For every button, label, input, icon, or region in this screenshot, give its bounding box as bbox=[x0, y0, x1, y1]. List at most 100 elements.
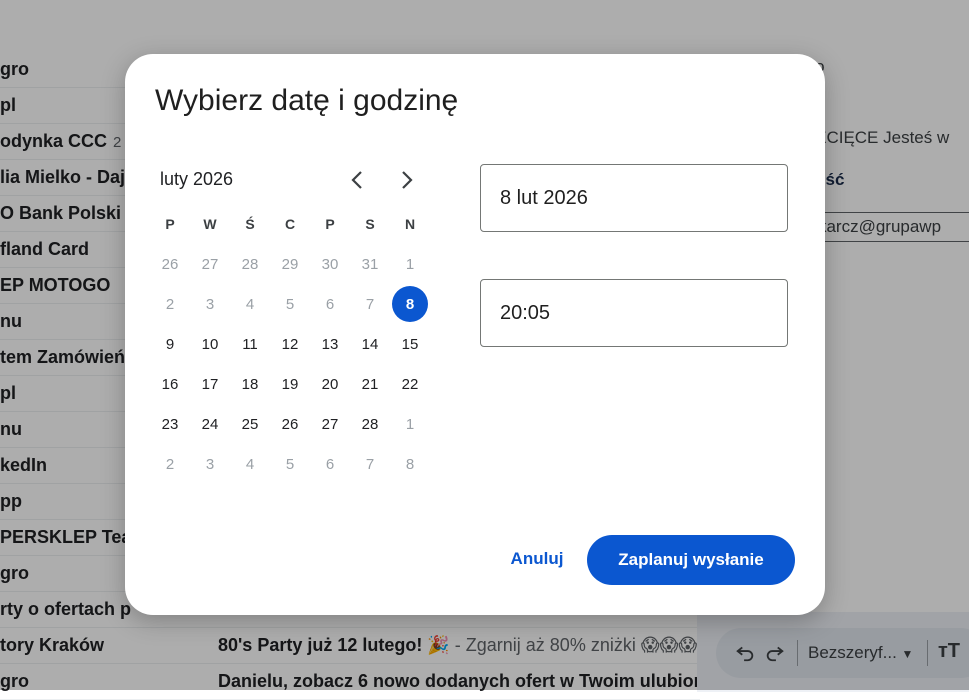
weekday-label: P bbox=[165, 216, 175, 232]
calendar-week: 9 10 11 12 13 14 15 bbox=[150, 324, 430, 364]
day-number: 18 bbox=[241, 375, 259, 393]
calendar-day[interactable]: 26 bbox=[150, 244, 190, 284]
calendar-day[interactable]: 30 bbox=[310, 244, 350, 284]
day-number: 8 bbox=[392, 286, 428, 322]
calendar-week: 2 3 4 5678 bbox=[150, 444, 430, 484]
day-number: 29 bbox=[281, 255, 299, 273]
schedule-send-button[interactable]: Zaplanuj wysłanie bbox=[587, 535, 795, 585]
calendar-day[interactable]: 9 bbox=[150, 324, 190, 364]
day-number: 19 bbox=[281, 375, 299, 393]
day-number: 2 bbox=[165, 455, 175, 473]
day-number: 1 bbox=[405, 255, 415, 273]
day-number: 28 bbox=[241, 255, 259, 273]
calendar-day[interactable]: 27 bbox=[190, 244, 230, 284]
calendar-day[interactable]: 1 bbox=[390, 404, 430, 444]
calendar-day[interactable]: 11 bbox=[230, 324, 270, 364]
calendar-day[interactable]: 29 bbox=[270, 244, 310, 284]
calendar-day[interactable]: 28 bbox=[350, 404, 390, 444]
calendar-day[interactable]: 22 bbox=[390, 364, 430, 404]
day-number: 6 bbox=[325, 295, 335, 313]
day-number: 4 bbox=[245, 455, 255, 473]
day-number: 3 bbox=[205, 455, 215, 473]
calendar-week: 23 4 5 6 78 bbox=[150, 284, 430, 324]
day-number: 20 bbox=[321, 375, 339, 393]
weekday-label: N bbox=[404, 216, 416, 232]
calendar-day[interactable]: 19 bbox=[270, 364, 310, 404]
calendar-day[interactable]: 7 bbox=[350, 444, 390, 484]
calendar-day[interactable]: 2 bbox=[150, 444, 190, 484]
day-number: 27 bbox=[201, 255, 219, 273]
time-input[interactable]: 20:05 bbox=[480, 279, 788, 347]
day-number: 14 bbox=[361, 335, 379, 353]
calendar-day-selected[interactable]: 8 bbox=[390, 284, 430, 324]
next-month-button[interactable] bbox=[389, 162, 425, 198]
calendar-day[interactable]: 16 bbox=[150, 364, 190, 404]
calendar-day[interactable]: 21 bbox=[350, 364, 390, 404]
calendar-day[interactable]: 24 bbox=[190, 404, 230, 444]
calendar-day[interactable]: 31 bbox=[350, 244, 390, 284]
dialog-title: Wybierz datę i godzinę bbox=[155, 84, 459, 117]
weekday-label: W bbox=[203, 216, 217, 232]
chevron-right-icon bbox=[402, 171, 413, 189]
day-number: 17 bbox=[201, 375, 219, 393]
chevron-left-icon bbox=[351, 171, 362, 189]
calendar-day[interactable]: 27 bbox=[310, 404, 350, 444]
calendar-day[interactable]: 3 bbox=[190, 284, 230, 324]
day-number: 21 bbox=[361, 375, 379, 393]
day-number: 23 bbox=[161, 415, 179, 433]
calendar-day[interactable]: 10 bbox=[190, 324, 230, 364]
calendar-day[interactable]: 18 bbox=[230, 364, 270, 404]
day-number: 5 bbox=[285, 295, 295, 313]
calendar-day[interactable]: 4 bbox=[230, 444, 270, 484]
day-number: 8 bbox=[405, 455, 415, 473]
day-number: 7 bbox=[365, 295, 375, 313]
day-number: 12 bbox=[281, 335, 299, 353]
calendar-week: 16 17 18 19 20 21 22 bbox=[150, 364, 430, 404]
calendar-day[interactable]: 5 bbox=[270, 284, 310, 324]
calendar-grid: P W Ś C P S N 26 27 28 29 30 31 1 2 3 4 5 6 7 8 9 10 11 12 13 14 15… bbox=[150, 204, 430, 484]
day-number: 31 bbox=[361, 255, 379, 273]
calendar-day[interactable]: 26 bbox=[270, 404, 310, 444]
calendar-day[interactable]: 7 bbox=[350, 284, 390, 324]
day-number: 1 bbox=[405, 415, 415, 433]
day-number: 25 bbox=[241, 415, 259, 433]
day-number: 4 bbox=[245, 295, 255, 313]
day-number: 10 bbox=[201, 335, 219, 353]
calendar-day[interactable]: 17 bbox=[190, 364, 230, 404]
cancel-button[interactable]: Anuluj bbox=[497, 537, 577, 581]
calendar-day[interactable]: 28 bbox=[230, 244, 270, 284]
weekday-label: S bbox=[365, 216, 375, 232]
weekday-label: C bbox=[284, 216, 296, 232]
day-number: 3 bbox=[205, 295, 215, 313]
day-number: 27 bbox=[321, 415, 339, 433]
day-number: 24 bbox=[201, 415, 219, 433]
calendar-day[interactable]: 25 bbox=[230, 404, 270, 444]
calendar-day[interactable]: 14 bbox=[350, 324, 390, 364]
calendar-day[interactable]: 3 bbox=[190, 444, 230, 484]
day-number: 11 bbox=[242, 335, 258, 353]
calendar-day[interactable]: 23 bbox=[150, 404, 190, 444]
calendar-day[interactable]: 12 bbox=[270, 324, 310, 364]
calendar-day[interactable]: 5 bbox=[270, 444, 310, 484]
calendar-day[interactable]: 13 bbox=[310, 324, 350, 364]
day-number: 30 bbox=[321, 255, 339, 273]
calendar-day[interactable]: 2 bbox=[150, 284, 190, 324]
day-number: 26 bbox=[281, 415, 299, 433]
weekday-header: PWŚCPSN bbox=[150, 204, 430, 244]
calendar-day[interactable]: 6 bbox=[310, 284, 350, 324]
day-number: 15 bbox=[401, 335, 419, 353]
calendar-day[interactable]: 8 bbox=[390, 444, 430, 484]
calendar-day[interactable]: 4 bbox=[230, 284, 270, 324]
calendar-day[interactable]: 15 bbox=[390, 324, 430, 364]
calendar-day[interactable]: 6 bbox=[310, 444, 350, 484]
schedule-send-dialog: Wybierz datę i godzinę luty 2026 P W Ś C P S N… bbox=[125, 54, 825, 615]
previous-month-button[interactable] bbox=[339, 162, 375, 198]
calendar-day[interactable]: 20 bbox=[310, 364, 350, 404]
date-input[interactable]: 8 lut 2026 bbox=[480, 164, 788, 232]
day-number: 16 bbox=[161, 375, 179, 393]
month-label: luty 2026 bbox=[160, 169, 234, 189]
day-number: 26 bbox=[161, 255, 179, 273]
calendar-day[interactable]: 1 bbox=[390, 244, 430, 284]
day-number: 22 bbox=[401, 375, 419, 393]
day-number: 5 bbox=[285, 455, 295, 473]
